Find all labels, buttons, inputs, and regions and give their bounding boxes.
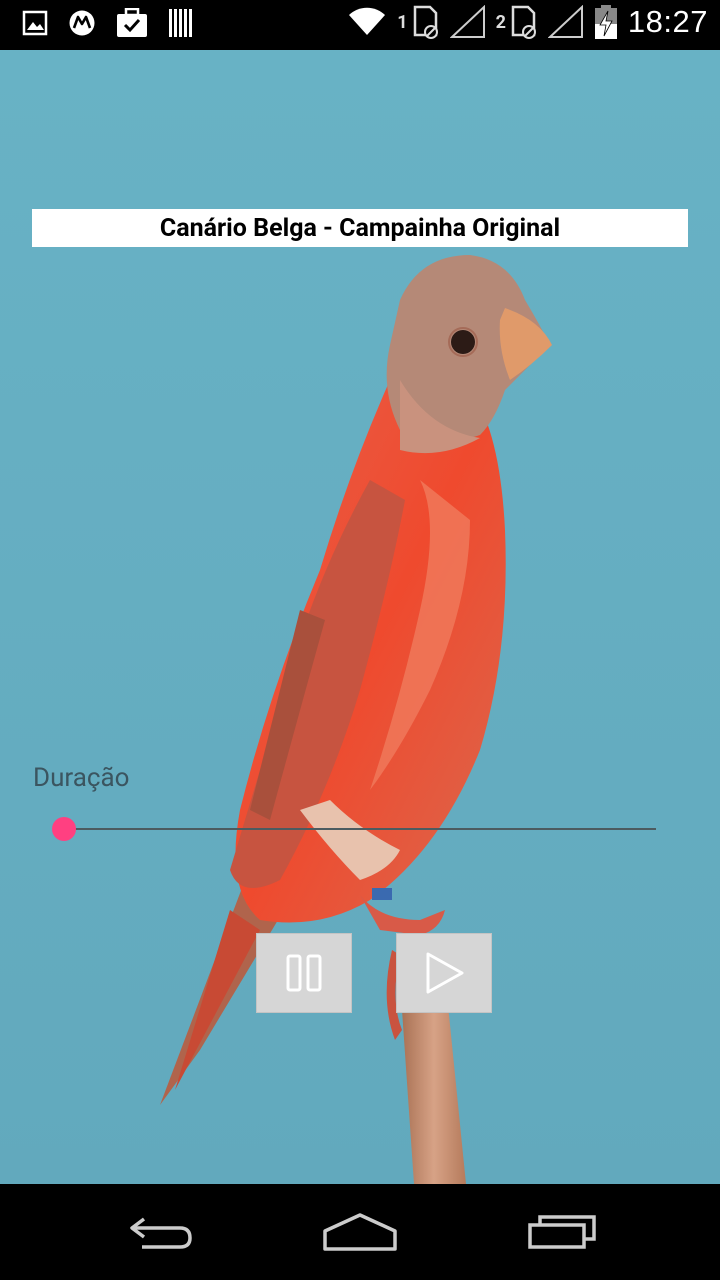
status-notifications xyxy=(22,8,194,38)
duration-seekbar[interactable] xyxy=(52,816,656,842)
recent-apps-icon xyxy=(528,1215,596,1249)
pause-icon xyxy=(286,954,322,992)
home-icon xyxy=(323,1213,397,1251)
recent-apps-button[interactable] xyxy=(522,1206,602,1256)
sim1-icon xyxy=(413,5,438,39)
back-button[interactable] xyxy=(120,1206,200,1256)
wifi-icon xyxy=(349,7,386,36)
home-button[interactable] xyxy=(320,1206,400,1256)
sim2-label: 2 xyxy=(495,11,506,33)
page-title: Canário Belga - Campainha Original xyxy=(159,213,561,243)
signal2-icon xyxy=(547,5,583,38)
briefcase-check-icon xyxy=(117,8,147,37)
barcode-icon xyxy=(169,9,192,37)
title-banner: Canário Belga - Campainha Original xyxy=(32,209,688,247)
status-system: 1 2 18:27 xyxy=(347,4,708,40)
app-content: Canário Belga - Campainha Original Duraç… xyxy=(0,50,720,1184)
seekbar-thumb[interactable] xyxy=(52,817,76,841)
pause-button[interactable] xyxy=(256,933,352,1013)
sim1-label: 1 xyxy=(397,11,408,33)
signal1-icon xyxy=(449,5,485,38)
back-icon xyxy=(130,1217,192,1249)
duration-label: Duração xyxy=(33,763,130,793)
battery-charging-icon xyxy=(594,5,617,39)
play-icon xyxy=(426,952,464,994)
status-bar: 1 2 18:27 xyxy=(0,0,720,50)
play-button[interactable] xyxy=(396,933,492,1013)
seekbar-track xyxy=(64,828,656,830)
image-notification-icon xyxy=(22,10,48,36)
status-time: 18:27 xyxy=(627,4,708,39)
sim2-icon xyxy=(511,5,536,39)
navigation-bar xyxy=(0,1184,720,1280)
motorola-icon xyxy=(69,10,95,36)
